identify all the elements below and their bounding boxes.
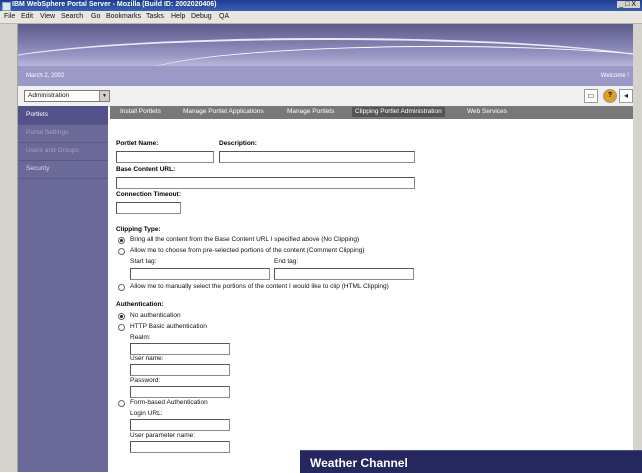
user-param-label: User parameter name:: [130, 432, 196, 439]
html-clipping-label: Allow me to manually select the portions…: [130, 283, 389, 290]
tab-web-services[interactable]: Web Services: [467, 108, 507, 115]
menu-search[interactable]: Search: [61, 13, 83, 20]
login-url-label: Login URL:: [130, 410, 163, 417]
base-url-label: Base Content URL:: [116, 166, 176, 173]
chevron-down-icon[interactable]: ▼: [99, 91, 109, 101]
description-label: Description:: [219, 140, 257, 147]
admin-nav: Portlets Portal Settings Users and Group…: [18, 106, 108, 472]
login-url-input[interactable]: [130, 419, 230, 431]
menu-debug[interactable]: Debug: [191, 13, 212, 20]
portal-toolbar: Administration ▼ ▭ ? ◂: [18, 86, 633, 107]
username-input[interactable]: [130, 364, 230, 376]
place-select-value: Administration: [28, 92, 70, 99]
no-auth-label: No authentication: [130, 312, 181, 319]
current-date: March 2, 2002: [26, 73, 65, 79]
portlet-name-label: Portlet Name:: [116, 140, 159, 147]
radio-no-clipping[interactable]: [118, 237, 125, 244]
radio-no-auth[interactable]: [118, 313, 125, 320]
start-tag-input[interactable]: [130, 268, 270, 280]
sidebar-item-label: Users and Groups: [26, 147, 79, 154]
start-tag-label: Start tag:: [130, 258, 157, 265]
tab-manage-portlets[interactable]: Manage Portlets: [287, 108, 334, 115]
sidebar-item-portlets[interactable]: Portlets: [18, 106, 108, 125]
sidebar-item-label: Portal Settings: [26, 129, 69, 136]
sidebar-item-users-groups[interactable]: Users and Groups: [18, 142, 108, 161]
menu-edit[interactable]: Edit: [21, 13, 33, 20]
sidebar-item-portal-settings[interactable]: Portal Settings: [18, 124, 108, 143]
realm-input[interactable]: [130, 343, 230, 355]
realm-label: Realm:: [130, 334, 151, 341]
window-controls[interactable]: _□X: [617, 1, 640, 8]
menu-go[interactable]: Go: [91, 13, 100, 20]
title-bar: IBM WebSphere Portal Server - Mozilla (B…: [0, 0, 642, 11]
tab-manage-portlet-applications[interactable]: Manage Portlet Applications: [183, 108, 264, 115]
app-icon: [2, 2, 11, 11]
menu-qa[interactable]: QA: [219, 13, 229, 20]
radio-comment-clipping[interactable]: [118, 248, 125, 255]
portlet-name-input[interactable]: [116, 151, 214, 163]
weather-channel-panel: Weather Channel: [300, 450, 642, 473]
user-param-input[interactable]: [130, 441, 230, 453]
window-title: IBM WebSphere Portal Server - Mozilla (B…: [12, 1, 217, 8]
timeout-input[interactable]: [116, 202, 181, 214]
welcome-text: Welcome !: [600, 73, 629, 79]
portal-banner: [18, 24, 633, 66]
tab-install-portlets[interactable]: Install Portlets: [120, 108, 161, 115]
date-bar: March 2, 2002 Welcome !: [18, 66, 633, 86]
authentication-label: Authentication:: [116, 301, 164, 308]
radio-form-auth[interactable]: [118, 400, 125, 407]
help-icon[interactable]: ?: [603, 89, 617, 103]
sidebar-item-label: Security: [26, 165, 50, 172]
menu-tasks[interactable]: Tasks: [146, 13, 164, 20]
username-label: User name:: [130, 355, 164, 362]
vertical-scrollbar[interactable]: [633, 24, 642, 472]
print-icon[interactable]: ▭: [584, 89, 598, 103]
tab-clipping-portlet-administration[interactable]: Clipping Portlet Administration: [352, 107, 445, 117]
form-auth-label: Form-based Authentication: [130, 399, 208, 406]
tab-bar: Install Portlets Manage Portlet Applicat…: [110, 106, 633, 119]
sidebar-item-label: Portlets: [26, 111, 49, 118]
menu-help[interactable]: Help: [171, 13, 185, 20]
weather-channel-title: Weather Channel: [310, 456, 408, 470]
radio-basic-auth[interactable]: [118, 324, 125, 331]
sidebar-item-security[interactable]: Security: [18, 160, 108, 179]
radio-html-clipping[interactable]: [118, 284, 125, 291]
timeout-label: Connection Timeout:: [116, 191, 181, 198]
place-select[interactable]: Administration ▼: [24, 90, 110, 102]
comment-clipping-label: Allow me to choose from pre-selected por…: [130, 247, 365, 254]
menu-view[interactable]: View: [40, 13, 55, 20]
clipping-type-label: Clipping Type:: [116, 226, 161, 233]
sidebar-strip: [0, 24, 18, 472]
base-url-input[interactable]: [116, 177, 415, 189]
basic-auth-label: HTTP Basic authentication: [130, 323, 207, 330]
clipping-form: Portlet Name: Description: Base Content …: [110, 119, 633, 472]
menu-file[interactable]: File: [4, 13, 15, 20]
back-icon[interactable]: ◂: [619, 89, 633, 103]
password-label: Password:: [130, 377, 161, 384]
menu-bar: File Edit View Search Go Bookmarks Tasks…: [0, 11, 642, 24]
no-clipping-label: Bring all the content from the Base Cont…: [130, 236, 360, 243]
menu-bookmarks[interactable]: Bookmarks: [106, 13, 141, 20]
end-tag-label: End tag:: [274, 258, 299, 265]
end-tag-input[interactable]: [274, 268, 414, 280]
password-input[interactable]: [130, 386, 230, 398]
description-input[interactable]: [219, 151, 415, 163]
